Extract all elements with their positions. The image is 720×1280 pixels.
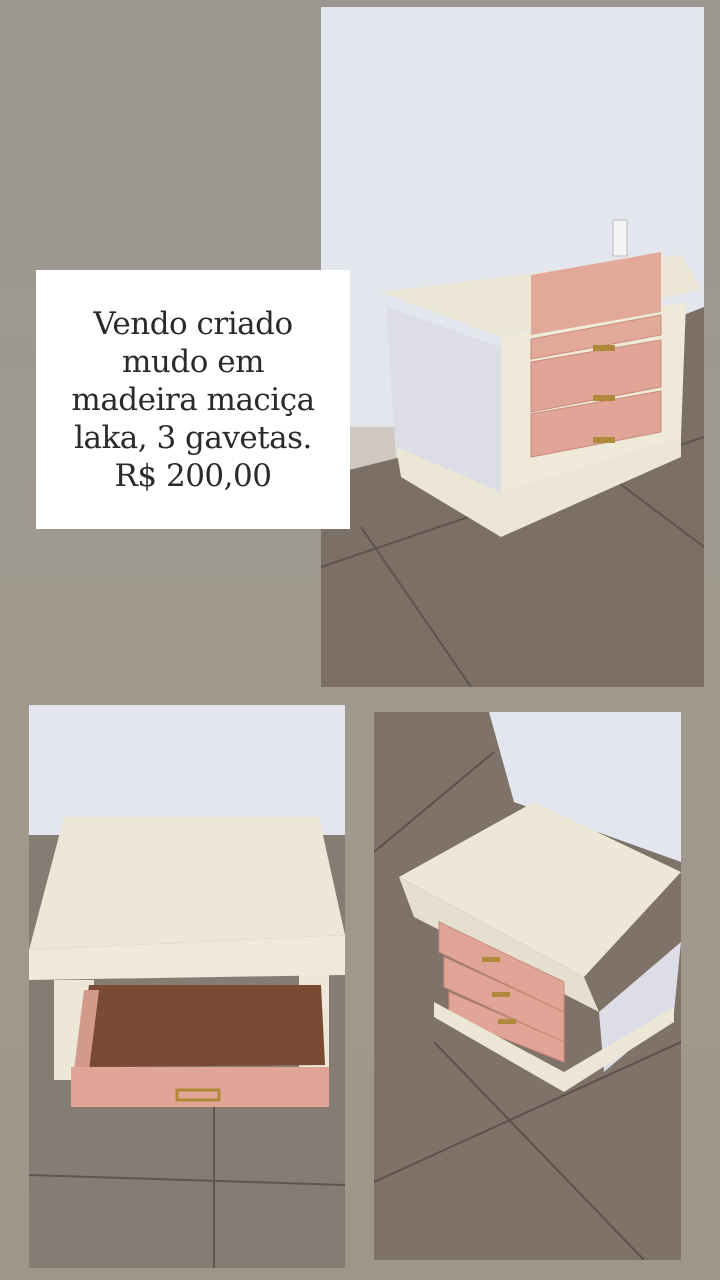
caption-line-3: madeira maciça [71,381,315,418]
caption-line-1: Vendo criado [93,305,293,342]
caption-line-4: laka, 3 gavetas. [74,419,312,456]
photo-nightstand-front [321,7,704,687]
photo-nightstand-open-drawer [29,705,345,1268]
photo-nightstand-angled [374,712,681,1260]
listing-caption: Vendo criado mudo em madeira maciça laka… [36,270,350,529]
caption-line-2: mudo em [122,343,264,380]
caption-price: R$ 200,00 [114,457,272,494]
